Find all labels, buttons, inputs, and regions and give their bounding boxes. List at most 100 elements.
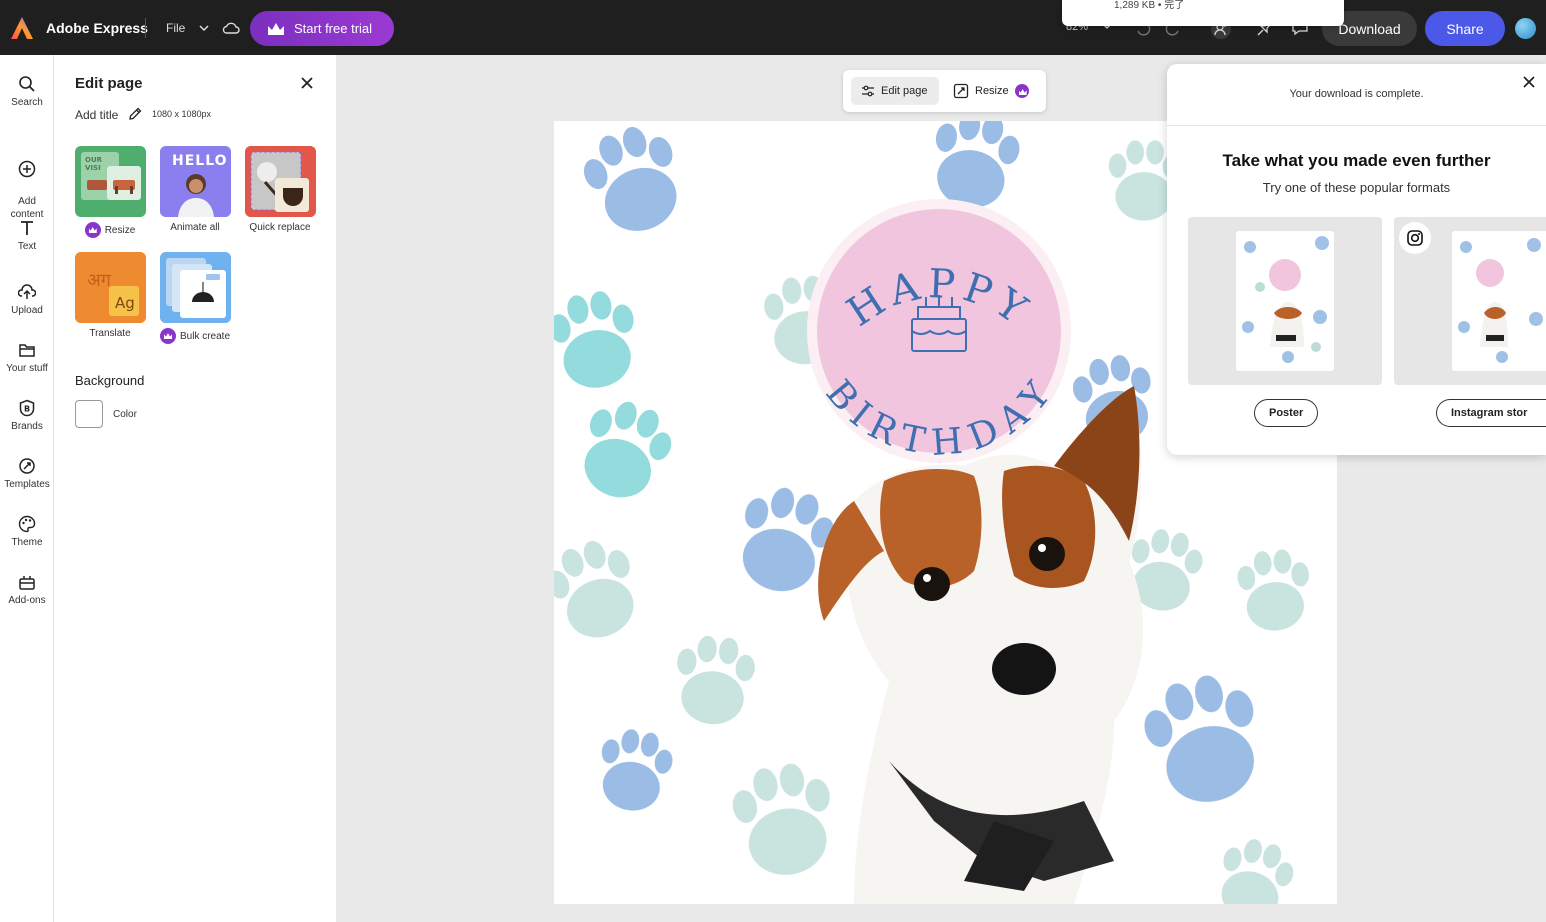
edit-page-panel: Edit page Add title 1080 x 1080px OUR VI… (54, 55, 336, 922)
svg-text:Ag: Ag (115, 294, 135, 312)
dog-photo (818, 386, 1144, 904)
addons-icon (19, 576, 35, 590)
rail-item-label: Search (11, 97, 43, 108)
quick-replace-label: Quick replace (249, 222, 311, 233)
rail-item-label: Theme (11, 537, 43, 548)
download-complete-popup: Your download is complete. Take what you… (1167, 64, 1546, 455)
share-button[interactable]: Share (1425, 11, 1505, 46)
instagram-story-button[interactable]: Instagram stor (1436, 399, 1546, 427)
pencil-icon[interactable] (128, 107, 142, 121)
quick-replace-caption: Quick replace (235, 222, 325, 233)
download-complete-message: Your download is complete. (1289, 88, 1424, 100)
bulk-create-caption: Bulk create (150, 328, 240, 344)
page-dimensions: 1080 x 1080px (152, 109, 212, 119)
svg-text:VISI: VISI (85, 164, 101, 172)
translate-tile[interactable]: अग Ag (75, 252, 146, 323)
premium-crown-icon (84, 222, 101, 238)
bulk-create-thumbnail (160, 252, 231, 323)
animate-all-label: Animate all (170, 222, 220, 233)
palette-icon (18, 515, 36, 533)
file-menu-label: File (166, 21, 186, 35)
crown-icon (268, 22, 284, 35)
edit-page-button[interactable]: Edit page (851, 77, 939, 105)
premium-crown-icon (1014, 84, 1029, 98)
resize-tile-caption: Resize (65, 222, 155, 238)
quick-replace-thumbnail (245, 146, 316, 217)
canvas-toolbar: Edit page Resize (843, 70, 1046, 112)
download-toast-text: 1,289 KB • 完了 (1114, 0, 1185, 11)
brand-icon: B (19, 399, 35, 417)
start-free-trial-button[interactable]: Start free trial (250, 11, 394, 46)
rail-item-label: Add content (10, 196, 44, 220)
sliders-icon (862, 85, 874, 97)
panel-title: Edit page (75, 75, 143, 92)
rail-item-templates[interactable]: Templates (0, 457, 54, 490)
rail-item-label: Add-ons (8, 595, 46, 606)
topbar-divider (145, 18, 146, 38)
popup-divider (1167, 125, 1546, 126)
translate-thumbnail: अग Ag (75, 252, 146, 323)
resize-icon (953, 83, 969, 99)
close-icon[interactable] (1521, 74, 1537, 90)
poster-preview (1236, 231, 1334, 371)
resize-tile[interactable]: OUR VISI (75, 146, 146, 217)
svg-text:B: B (24, 405, 30, 414)
resize-button[interactable]: Resize (953, 77, 1029, 105)
avatar[interactable] (1515, 18, 1536, 39)
rail-item-search[interactable]: Search (0, 75, 54, 108)
templates-icon (19, 458, 35, 474)
add-title-link[interactable]: Add title (75, 108, 118, 122)
rail-item-add-ons[interactable]: Add-ons (0, 573, 54, 606)
rail-item-brands[interactable]: B Brands (0, 399, 54, 432)
svg-text:OUR: OUR (85, 156, 103, 164)
text-icon (21, 221, 33, 235)
rail-item-add-content[interactable]: Add content (0, 147, 54, 221)
poster-format-card[interactable] (1188, 217, 1382, 385)
svg-text:HELLO: HELLO (172, 153, 228, 169)
rail-item-label: Upload (11, 305, 43, 316)
left-rail: Search Add content Text Upload Your stuf… (0, 55, 54, 922)
plus-circle-icon (18, 160, 36, 178)
bulk-create-tile[interactable] (160, 252, 231, 323)
start-free-trial-label: Start free trial (294, 21, 373, 36)
svg-text:अग: अग (87, 270, 112, 291)
popup-subheading: Try one of these popular formats (1262, 180, 1451, 195)
chevron-down-icon (199, 25, 209, 32)
adobe-express-logo-icon[interactable] (10, 16, 34, 40)
background-color-swatch[interactable] (75, 400, 103, 428)
quick-replace-tile[interactable] (245, 146, 316, 217)
instagram-icon (1407, 230, 1423, 246)
translate-caption: Translate (65, 328, 155, 339)
rail-item-upload[interactable]: Upload (0, 283, 54, 316)
upload-icon (18, 284, 36, 299)
resize-thumbnail: OUR VISI (81, 152, 141, 200)
rail-item-theme[interactable]: Theme (0, 515, 54, 548)
poster-button[interactable]: Poster (1254, 399, 1319, 427)
rail-item-label: Your stuff (6, 363, 48, 374)
rail-item-label: Brands (11, 421, 43, 432)
resize-label: Resize (975, 85, 1009, 97)
resize-tile-label: Resize (104, 224, 136, 236)
file-menu-button[interactable]: File (160, 14, 215, 42)
folder-icon (19, 344, 35, 357)
animate-all-caption: Animate all (150, 222, 240, 233)
instagram-story-format-card[interactable] (1394, 217, 1546, 385)
background-section-title: Background (75, 373, 145, 388)
cloud-icon[interactable] (222, 19, 240, 37)
close-icon[interactable] (298, 74, 316, 92)
search-icon (19, 76, 35, 92)
premium-crown-icon (159, 328, 176, 344)
translate-label: Translate (89, 328, 131, 339)
rail-item-label: Text (17, 241, 37, 252)
rail-item-label: Templates (4, 479, 50, 490)
rail-item-text[interactable]: Text (0, 219, 54, 252)
app-name: Adobe Express (46, 20, 148, 36)
download-toast: 1,289 KB • 完了 (1062, 0, 1344, 26)
popup-heading: Take what you made even further (1222, 151, 1491, 170)
rail-item-your-stuff[interactable]: Your stuff (0, 341, 54, 374)
edit-page-label: Edit page (881, 85, 928, 97)
background-color-label: Color (113, 409, 137, 420)
animate-all-thumbnail: HELLO (160, 146, 231, 217)
animate-all-tile[interactable]: HELLO (160, 146, 231, 217)
bulk-create-label: Bulk create (179, 330, 231, 342)
